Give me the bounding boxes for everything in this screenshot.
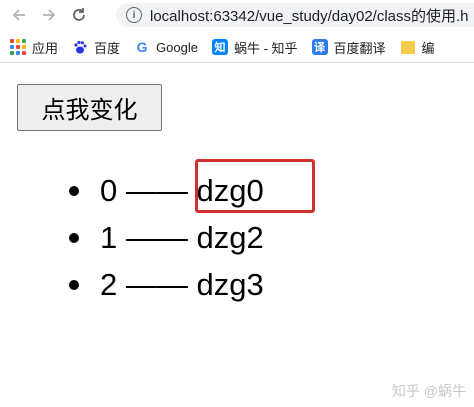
item-separator: —— — [125, 219, 188, 255]
item-separator: —— — [125, 172, 188, 208]
info-icon[interactable]: i — [126, 7, 142, 23]
page-content: 点我变化 0 —— dzg0 1 —— dzg2 2 —— dzg3 — [0, 63, 474, 407]
bookmark-google[interactable]: G Google — [134, 39, 198, 55]
back-arrow-icon[interactable] — [8, 4, 30, 26]
address-bar[interactable]: i localhost:63342/vue_study/day02/class的… — [116, 3, 474, 27]
apps-grid-icon — [10, 39, 26, 55]
bookmark-baidu-translate[interactable]: 译 百度翻译 — [311, 38, 386, 57]
bookmark-label: 蜗牛 - 知乎 — [233, 40, 298, 56]
bookmark-baidu[interactable]: 百度 — [72, 38, 120, 57]
forward-arrow-icon[interactable] — [38, 4, 60, 26]
bullet — [69, 185, 79, 196]
url-text: localhost:63342/vue_study/day02/class的使用… — [150, 7, 469, 25]
baidu-paw-icon — [72, 39, 88, 55]
bookmark-label: 百度翻译 — [333, 40, 386, 56]
item-index: 0 — [100, 172, 118, 208]
reload-icon[interactable] — [68, 4, 90, 26]
item-name: dzg3 — [196, 266, 264, 302]
bookmark-zhihu[interactable]: 知 蜗牛 - 知乎 — [211, 38, 298, 57]
bullet — [69, 232, 79, 243]
change-button[interactable]: 点我变化 — [17, 84, 162, 131]
translate-icon: 译 — [311, 39, 328, 55]
bookmark-label: 编 — [421, 40, 435, 56]
bookmark-label: 应用 — [32, 40, 59, 56]
bullet — [69, 279, 79, 290]
bookmarks-bar: 应用 百度 G Google 知 蜗牛 - 知乎 译 百度翻译 编 — [0, 32, 474, 63]
browser-toolbar: i localhost:63342/vue_study/day02/class的… — [0, 0, 474, 30]
bookmark-label: 百度 — [94, 40, 121, 56]
item-separator: —— — [125, 266, 188, 302]
watermark: 知乎 @蜗牛 — [391, 383, 466, 399]
bookmark-apps[interactable]: 应用 — [10, 38, 58, 57]
item-index: 2 — [100, 266, 118, 302]
item-name: dzg2 — [196, 219, 264, 255]
folder-icon — [400, 39, 416, 55]
bookmark-label: Google — [156, 39, 198, 55]
highlight-box — [195, 159, 315, 213]
bookmark-folder[interactable]: 编 — [400, 38, 435, 57]
item-index: 1 — [100, 219, 118, 255]
google-g-icon: G — [136, 39, 148, 55]
zhihu-icon: 知 — [211, 39, 228, 55]
